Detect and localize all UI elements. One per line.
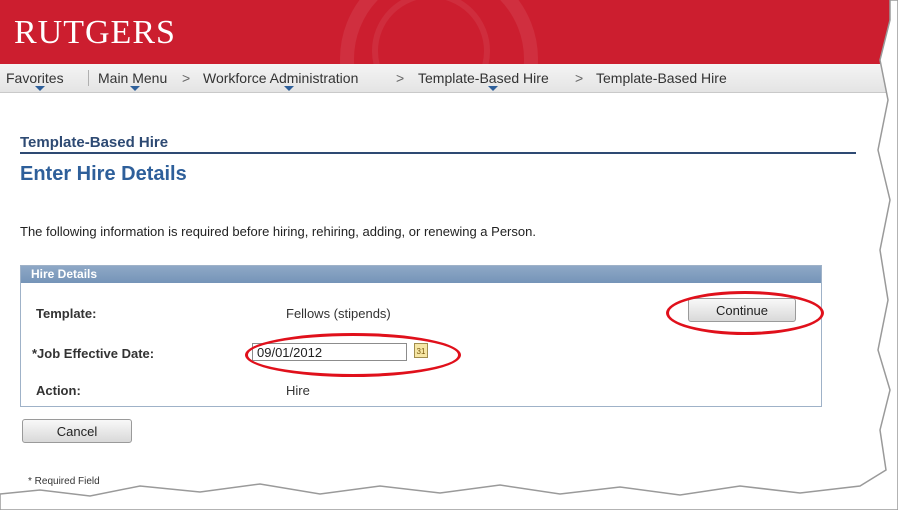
- template-value: Fellows (stipends): [286, 306, 391, 321]
- nav-template-based-hire[interactable]: Template-Based Hire: [418, 70, 549, 86]
- hire-details-panel: Hire Details: [20, 265, 822, 407]
- screenshot-frame: RUTGERS Favorites Main Menu > Workforce …: [0, 0, 890, 500]
- nav-template-based-hire-current[interactable]: Template-Based Hire: [596, 70, 727, 86]
- page-title: Enter Hire Details: [20, 163, 187, 185]
- favorites-dropdown-icon[interactable]: [35, 86, 45, 91]
- seal-inner-graphic: [372, 0, 490, 64]
- workforce-dropdown-icon[interactable]: [284, 86, 294, 91]
- job-effective-date-label: *Job Effective Date:: [32, 346, 155, 361]
- nav-main-menu[interactable]: Main Menu: [98, 70, 167, 86]
- continue-button[interactable]: Continue: [688, 298, 796, 322]
- section-divider: [20, 152, 856, 154]
- action-label: Action:: [36, 383, 81, 398]
- nav-bar: Favorites Main Menu > Workforce Administ…: [0, 64, 890, 93]
- template-dropdown-icon[interactable]: [488, 86, 498, 91]
- nav-divider: [88, 70, 89, 86]
- header-banner: RUTGERS: [0, 0, 890, 64]
- action-value: Hire: [286, 383, 310, 398]
- template-label: Template:: [36, 306, 97, 321]
- main-menu-dropdown-icon[interactable]: [130, 86, 140, 91]
- job-effective-date-input[interactable]: [252, 343, 407, 361]
- rutgers-logo: RUTGERS: [14, 14, 176, 51]
- breadcrumb-separator: >: [396, 70, 405, 86]
- breadcrumb-separator: >: [575, 70, 584, 86]
- breadcrumb-separator: >: [182, 70, 191, 86]
- panel-header: Hire Details: [21, 266, 821, 283]
- nav-workforce-administration[interactable]: Workforce Administration: [203, 70, 358, 86]
- info-text: The following information is required be…: [20, 224, 536, 239]
- cancel-button[interactable]: Cancel: [22, 419, 132, 443]
- section-title: Template-Based Hire: [20, 134, 169, 151]
- calendar-icon[interactable]: 31: [414, 343, 428, 358]
- nav-favorites[interactable]: Favorites: [6, 70, 64, 86]
- required-field-note: * Required Field: [28, 476, 100, 487]
